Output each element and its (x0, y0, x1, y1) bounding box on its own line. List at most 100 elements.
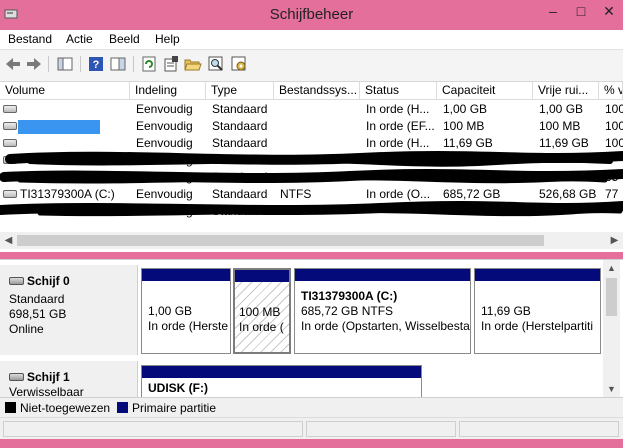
minimize-button[interactable]: – (541, 2, 565, 20)
cell-indeling: Eenvoudig (136, 153, 193, 167)
volume-icon (3, 156, 17, 164)
window-title: Schijfbeheer (269, 6, 354, 23)
disk-0-size: 698,51 GB (9, 307, 67, 321)
table-row[interactable]: Eenvoudig Standaard In orde (EF... 100 M… (0, 118, 623, 135)
cell-status: In orde (H... (366, 102, 430, 116)
legend-label-unallocated: Niet-toegewezen (20, 401, 111, 415)
settings-icon[interactable] (229, 54, 249, 74)
table-row[interactable]: TI31379300A (C:) Eenvoudig Standaard NTF… (0, 186, 623, 203)
cell-status: In orde (EF... (366, 119, 435, 133)
volume-icon (3, 122, 17, 130)
cell-percent-vrij: 100 (605, 102, 623, 116)
table-row[interactable]: Eenvoudig Standaard In orde (H... 1,00 G… (0, 101, 623, 118)
column-header-percent-vrij[interactable]: % v (599, 82, 623, 100)
cell-bestandssysteem: NTFS (280, 187, 312, 201)
console-tree-icon[interactable] (55, 54, 75, 74)
column-header-indeling[interactable]: Indeling (130, 82, 206, 100)
partition-stripe (235, 270, 289, 282)
status-bar (0, 417, 623, 439)
cell-status: In orde (H... (366, 136, 430, 150)
partition-size: 11,69 GB (481, 304, 531, 318)
disk-0-title: Schijf 0 (9, 274, 70, 288)
cell-indeling: Eenvoudig (136, 187, 193, 201)
legend-label-primary: Primaire partitie (132, 401, 217, 415)
table-row[interactable]: Eenvoudig Standaard (0, 152, 623, 169)
cell-percent-vrij: 77 (605, 187, 619, 201)
explore-icon[interactable] (206, 54, 226, 74)
title-bar: Schijfbeheer – □ ✕ (0, 0, 623, 30)
scroll-left-icon[interactable]: ◀ (0, 232, 17, 249)
partition-efi-selected[interactable]: 100 MB In orde ( (233, 268, 291, 354)
disk-0-name: Schijf 0 (27, 274, 70, 288)
cell-type: Standaard (212, 102, 268, 116)
properties-pane-icon[interactable] (108, 54, 128, 74)
menu-actie[interactable]: Actie (66, 32, 93, 46)
maximize-button[interactable]: □ (569, 2, 593, 20)
column-header-volume[interactable]: Volume (0, 82, 130, 100)
cell-vrije-ruimte: 11,69 GB (539, 136, 589, 150)
column-header-status[interactable]: Status (360, 82, 437, 100)
volume-icon (3, 173, 17, 181)
cell-indeling: Eenvoudig (136, 204, 193, 218)
menu-bar: Bestand Actie Beeld Help (0, 30, 623, 50)
cell-type: Standaard (212, 204, 268, 218)
partition-size: 1,00 GB (148, 304, 193, 318)
menu-beeld[interactable]: Beeld (109, 32, 140, 46)
column-header-capaciteit[interactable]: Capaciteit (437, 82, 533, 100)
cell-capaciteit: 685,72 GB (443, 187, 501, 201)
cell-percent-vrij: 65 (605, 170, 619, 184)
partition-c-drive[interactable]: TI31379300A (C:) 685,72 GB NTFS In orde … (294, 268, 471, 354)
partition-status: In orde (Herste (148, 319, 229, 333)
cell-indeling: Eenvoudig (136, 136, 193, 150)
forward-icon[interactable] (24, 54, 44, 74)
vertical-scrollbar[interactable]: ▲ ▼ (603, 260, 620, 398)
column-header-vrije-ruimte[interactable]: Vrije rui... (533, 82, 599, 100)
table-row[interactable]: Eenvoudig Standaard In orde (H... 11,69 … (0, 135, 623, 152)
partition-stripe (142, 366, 421, 378)
scroll-up-icon[interactable]: ▲ (603, 260, 620, 277)
menu-help[interactable]: Help (155, 32, 180, 46)
horizontal-scroll-thumb[interactable] (17, 235, 544, 246)
partition-recovery-1gb[interactable]: 1,00 GB In orde (Herste (141, 268, 231, 354)
partition-title: UDISK (F:) (148, 381, 208, 395)
cell-indeling: Eenvoudig (136, 170, 193, 184)
partition-status: In orde (Opstarten, Wisselbesta (301, 319, 470, 333)
close-button[interactable]: ✕ (597, 2, 621, 20)
partition-recovery-11gb[interactable]: 11,69 GB In orde (Herstelpartiti (474, 268, 601, 354)
table-row[interactable]: Eenvoudig Standaard 65 (0, 169, 623, 186)
status-cell (3, 421, 303, 437)
horizontal-scrollbar[interactable]: ◀ ▶ (0, 232, 623, 249)
properties-icon[interactable] (161, 54, 181, 74)
partition-stripe (142, 269, 230, 281)
menu-bestand[interactable]: Bestand (8, 32, 52, 46)
table-row[interactable]: Eenvoudig Standaard (0, 203, 623, 220)
column-header-bestandssysteem[interactable]: Bestandssys... (274, 82, 360, 100)
volume-list-header: Volume Indeling Type Bestandssys... Stat… (0, 82, 623, 100)
partition-status: In orde ( (239, 320, 284, 334)
help-icon[interactable]: ? (86, 54, 106, 74)
status-cell (459, 421, 619, 437)
disk-1-label[interactable]: Schijf 1 Verwisselbaar (0, 361, 138, 399)
refresh-icon[interactable] (139, 54, 159, 74)
disk-0-label[interactable]: Schijf 0 Standaard 698,51 GB Online (0, 265, 138, 355)
open-folder-icon[interactable] (183, 54, 203, 74)
cell-volume (20, 135, 130, 152)
cell-indeling: Eenvoudig (136, 102, 193, 116)
cell-vrije-ruimte: 100 MB (539, 119, 581, 133)
cell-indeling: Eenvoudig (136, 119, 193, 133)
cell-vrije-ruimte: 526,68 GB (539, 187, 597, 201)
cell-type: Standaard (212, 136, 268, 150)
partition-stripe (475, 269, 600, 281)
column-header-type[interactable]: Type (206, 82, 274, 100)
disk-0-status: Online (9, 322, 44, 336)
cell-type: Standaard (212, 153, 268, 167)
legend-swatch-primary (117, 402, 128, 413)
back-icon[interactable] (3, 54, 23, 74)
partition-title: TI31379300A (C:) (301, 289, 398, 303)
vertical-scroll-thumb[interactable] (606, 278, 617, 316)
cell-bestandssysteem (274, 135, 360, 152)
scroll-down-icon[interactable]: ▼ (603, 381, 620, 398)
toolbar-separator (48, 56, 49, 72)
scroll-right-icon[interactable]: ▶ (606, 232, 623, 249)
partition-status: In orde (Herstelpartiti (481, 319, 594, 333)
